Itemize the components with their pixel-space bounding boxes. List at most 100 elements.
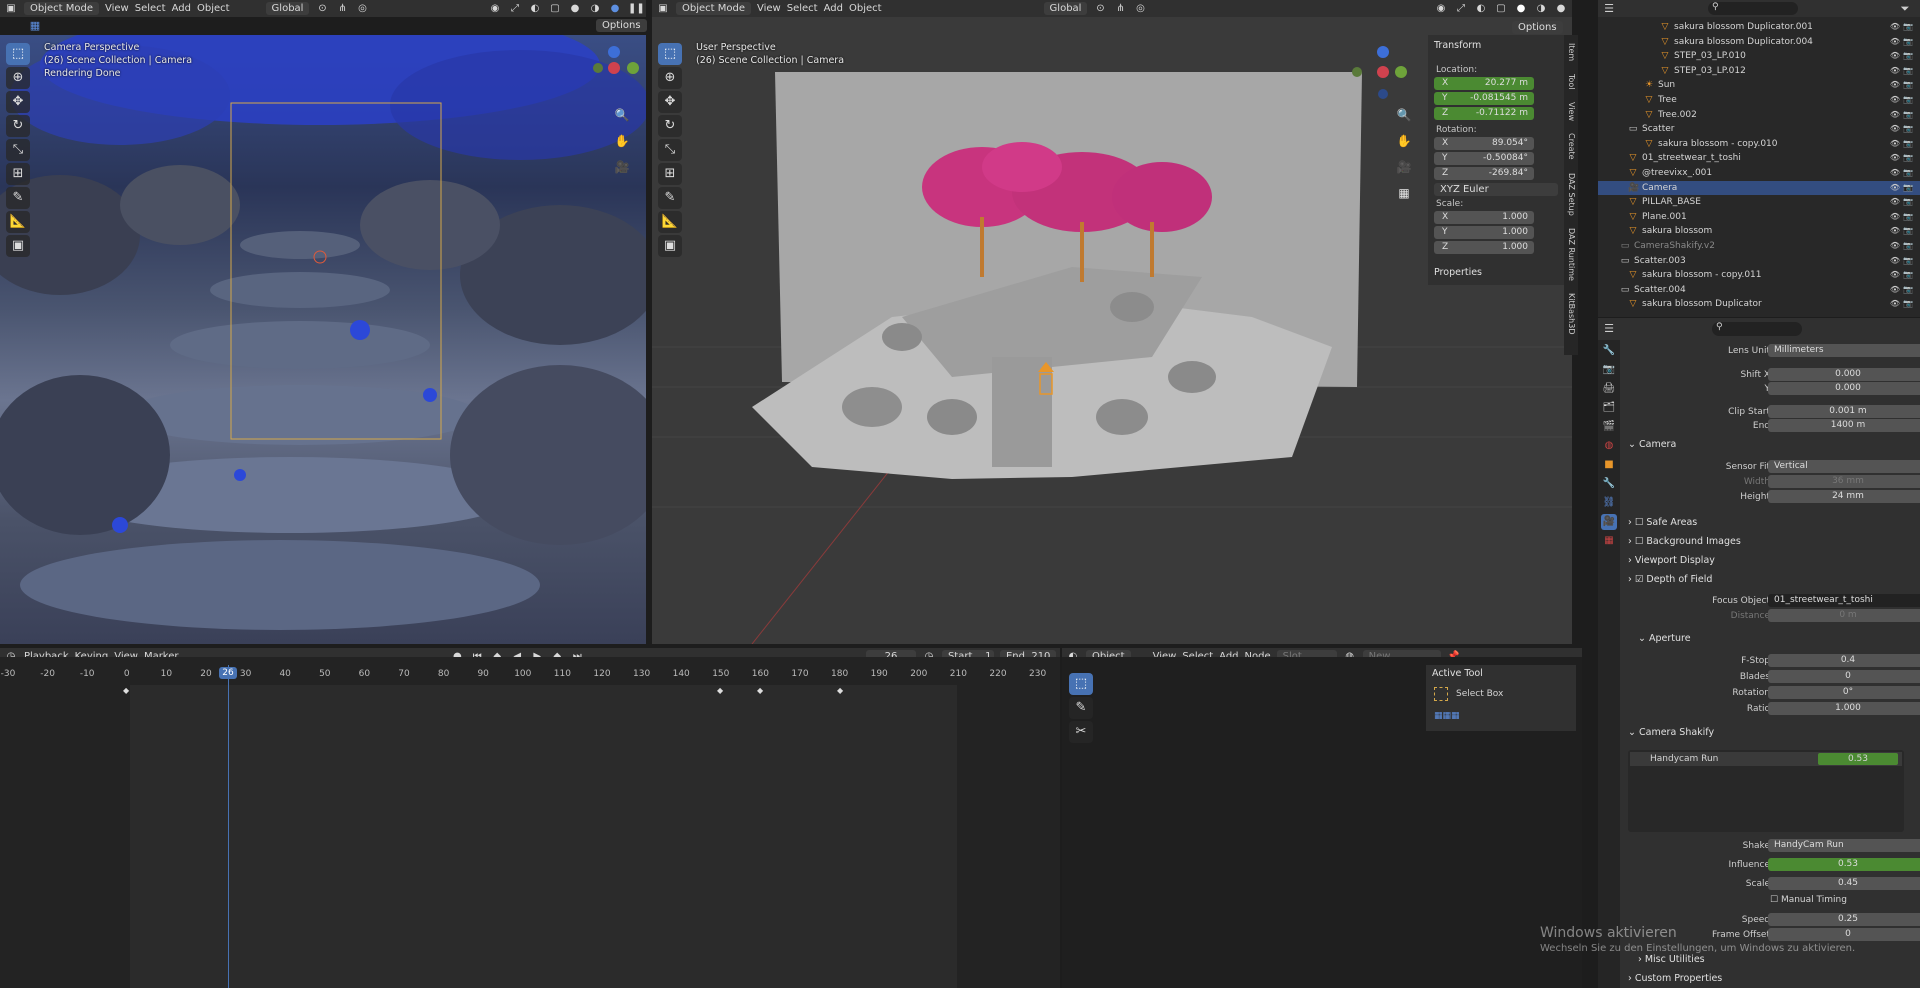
shift-x-field[interactable]: 0.000 <box>1768 368 1920 381</box>
lens-unit-field[interactable]: Millimeters <box>1768 344 1920 357</box>
clip-end-field[interactable]: 1400 m <box>1768 419 1920 432</box>
distance-field[interactable]: 0 m <box>1768 609 1920 622</box>
shading-rendered-icon[interactable]: ● <box>608 2 622 16</box>
overlay-icon[interactable]: ◐ <box>1474 2 1488 16</box>
visibility-icons[interactable]: 👁📷 <box>1890 78 1916 93</box>
background-images-section[interactable]: › ☐ Background Images <box>1628 533 1920 551</box>
proportional-icon[interactable]: ◎ <box>355 2 369 16</box>
rotation-z[interactable]: Z -269.84° <box>1434 167 1534 180</box>
outliner-search-input[interactable]: ⚲ <box>1708 2 1798 15</box>
visibility-icons[interactable]: 👁📷 <box>1890 181 1916 196</box>
orientation-dropdown[interactable]: Global <box>265 2 310 15</box>
shading-rendered-icon[interactable]: ● <box>1554 2 1568 16</box>
scale-y[interactable]: Y 1.000 <box>1434 226 1534 239</box>
tab-view[interactable]: View <box>1567 102 1576 121</box>
visibility-icons[interactable]: 👁📷 <box>1890 108 1916 123</box>
outliner-row[interactable]: ▽ @treevixx_.001 👁📷 <box>1598 166 1920 181</box>
blades-field[interactable]: 0 <box>1768 670 1920 683</box>
select-mode-icon[interactable]: ▦▦▦ <box>1434 709 1460 723</box>
rotate-tool-icon[interactable]: ↻ <box>658 115 682 137</box>
manual-timing-checkbox[interactable]: ☐ Manual Timing <box>1770 895 1847 905</box>
timeline-area[interactable]: 26 ◆ ◆ ◆ ◆ -30 -20 -10 0 10 20 30 40 50 60 70 80 90 1… <box>0 657 1060 988</box>
visibility-icons[interactable]: 👁📷 <box>1890 268 1916 283</box>
fstop-field[interactable]: 0.4 <box>1768 654 1920 667</box>
xray-icon[interactable]: ▢ <box>548 2 562 16</box>
pivot-icon[interactable]: ⊙ <box>315 2 329 16</box>
axis-gizmo-icon[interactable] <box>1349 44 1407 102</box>
visibility-icon[interactable]: ◉ <box>1434 2 1448 16</box>
visibility-icons[interactable]: 👁📷 <box>1890 137 1916 152</box>
editor-type-icon[interactable]: ☰ <box>1602 322 1616 336</box>
playhead[interactable] <box>228 665 229 988</box>
location-z[interactable]: Z -0.71122 m <box>1434 107 1534 120</box>
scene-tab-icon[interactable]: 🎬 <box>1601 419 1617 435</box>
move-tool-icon[interactable]: ✥ <box>6 91 30 113</box>
node-editor-area[interactable]: ⬚ ✎ ✂ Active Tool Select Box ▦▦▦ <box>1062 657 1582 988</box>
camera-view-icon[interactable]: 🎥 <box>612 157 632 177</box>
keyframe[interactable]: ◆ <box>757 686 763 695</box>
visibility-icons[interactable]: 👁📷 <box>1890 93 1916 108</box>
snap-icon[interactable]: ⋔ <box>335 2 349 16</box>
visibility-icons[interactable]: 👁📷 <box>1890 122 1916 137</box>
links-cut-tool-icon[interactable]: ✂ <box>1069 721 1093 743</box>
tool-tab-icon[interactable]: 🔧 <box>1601 343 1617 359</box>
visibility-icons[interactable]: 👁📷 <box>1890 64 1916 79</box>
tab-create[interactable]: Create <box>1567 133 1576 160</box>
world-tab-icon[interactable]: ◍ <box>1601 438 1617 454</box>
aperture-rotation-field[interactable]: 0° <box>1768 686 1920 699</box>
visibility-icons[interactable]: 👁📷 <box>1890 254 1916 269</box>
keyframe[interactable]: ◆ <box>837 686 843 695</box>
tab-tool[interactable]: Tool <box>1567 74 1576 90</box>
data-tab-icon[interactable]: 🎥 <box>1601 514 1617 530</box>
shading-material-icon[interactable]: ◑ <box>1534 2 1548 16</box>
tab-item[interactable]: Item <box>1567 43 1576 61</box>
add-cube-tool-icon[interactable]: ▣ <box>6 235 30 257</box>
axis-gizmo-icon[interactable] <box>586 40 642 96</box>
editor-type-icon[interactable]: ▣ <box>656 2 670 16</box>
scale-tool-icon[interactable]: ⤡ <box>658 139 682 161</box>
aperture-section[interactable]: ⌄ Aperture <box>1638 630 1920 648</box>
options-button[interactable]: Options <box>596 19 647 32</box>
pause-icon[interactable]: ❚❚ <box>628 2 645 16</box>
menu-add[interactable]: Add <box>824 3 843 14</box>
pan-hand-icon[interactable]: ✋ <box>1394 131 1414 151</box>
editor-type-icon[interactable]: ☰ <box>1602 2 1616 16</box>
zoom-icon[interactable]: 🔍 <box>612 105 632 125</box>
clip-start-field[interactable]: 0.001 m <box>1768 405 1920 418</box>
select-tool-icon[interactable]: ⬚ <box>1069 673 1093 695</box>
sensor-width-field[interactable]: 36 mm <box>1768 475 1920 488</box>
outliner-row[interactable]: ▽ Plane.001 👁📷 <box>1598 210 1920 225</box>
tab-kitbash3d[interactable]: KitBash3D <box>1567 293 1576 334</box>
snap-icon[interactable]: ⋔ <box>1113 2 1127 16</box>
ratio-field[interactable]: 1.000 <box>1768 702 1920 715</box>
sensor-fit-field[interactable]: Vertical <box>1768 460 1920 473</box>
left-viewport-render[interactable]: Camera Perspective (26) Scene Collection… <box>0 35 646 644</box>
focus-object-field[interactable]: 01_streetwear_t_toshi <box>1768 594 1920 607</box>
location-x[interactable]: X 20.277 m <box>1434 77 1534 90</box>
outliner-row[interactable]: ▭ CameraShakify.v2 👁📷 <box>1598 239 1920 254</box>
shake-field[interactable]: HandyCam Run <box>1768 839 1920 852</box>
visibility-icons[interactable]: 👁📷 <box>1890 166 1916 181</box>
constraint-tab-icon[interactable]: ⛓ <box>1601 495 1617 511</box>
shading-solid-icon[interactable]: ● <box>1514 2 1528 16</box>
camera-shakify-section[interactable]: ⌄ Camera Shakify <box>1628 724 1920 742</box>
active-tool-header[interactable]: Active Tool <box>1432 668 1483 679</box>
scale-z[interactable]: Z 1.000 <box>1434 241 1534 254</box>
measure-tool-icon[interactable]: 📐 <box>658 211 682 233</box>
rotation-y[interactable]: Y -0.50084° <box>1434 152 1534 165</box>
properties-search-input[interactable]: ⚲ <box>1712 322 1802 336</box>
outliner-row[interactable]: ▭ Scatter.004 👁📷 <box>1598 283 1920 298</box>
rotate-tool-icon[interactable]: ↻ <box>6 115 30 137</box>
menu-object[interactable]: Object <box>849 3 882 14</box>
menu-view[interactable]: View <box>757 3 781 14</box>
shift-y-field[interactable]: 0.000 <box>1768 382 1920 395</box>
scale-tool-icon[interactable]: ⤡ <box>6 139 30 161</box>
outliner-row[interactable]: ▽ STEP_03_LP.012 👁📷 <box>1598 64 1920 79</box>
annotate-tool-icon[interactable]: ✎ <box>6 187 30 209</box>
texture-tab-icon[interactable]: ▦ <box>1601 533 1617 549</box>
visibility-icons[interactable]: 👁📷 <box>1890 49 1916 64</box>
checkbox[interactable]: ☐ <box>1635 536 1647 547</box>
visibility-icons[interactable]: 👁📷 <box>1890 297 1916 312</box>
grid-view-icon[interactable]: ▦ <box>1394 183 1414 203</box>
location-y[interactable]: Y -0.081545 m <box>1434 92 1534 105</box>
